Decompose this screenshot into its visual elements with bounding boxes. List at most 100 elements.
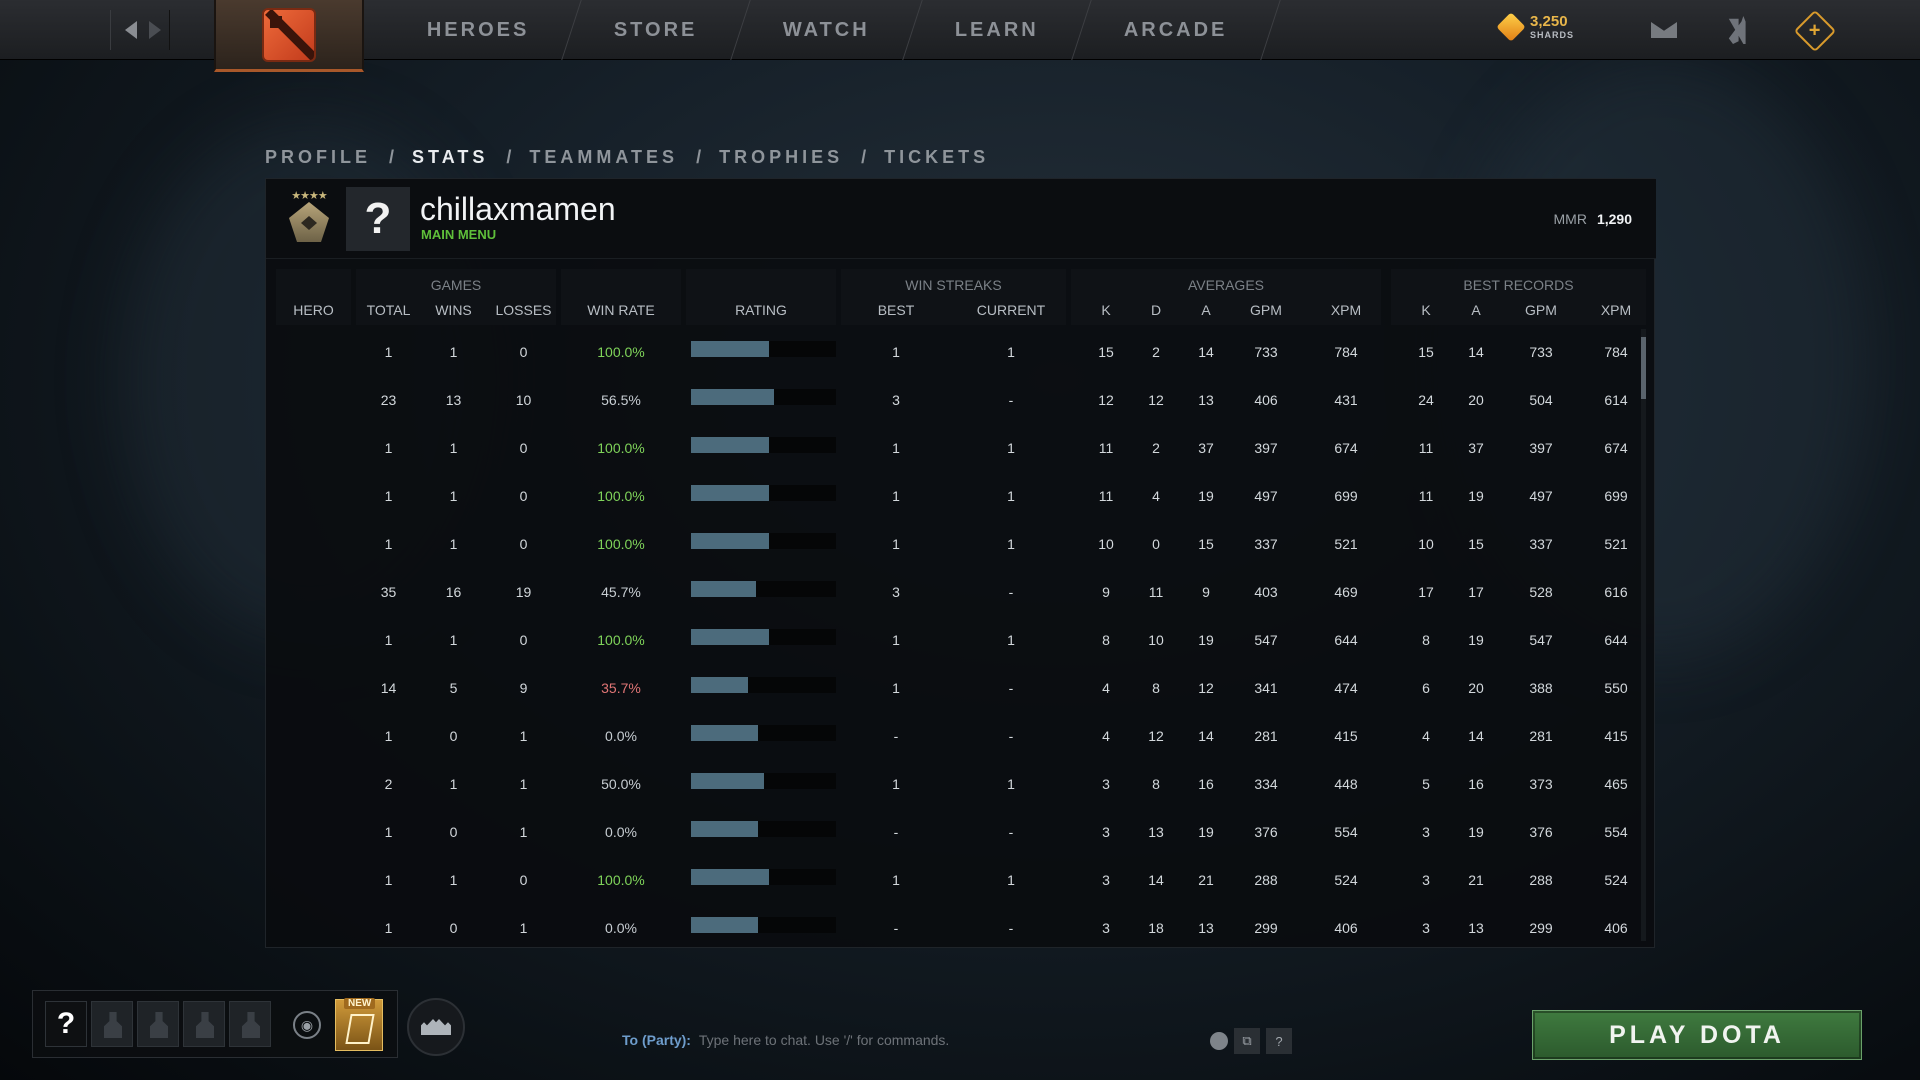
cell-ba: 14 xyxy=(1468,344,1484,360)
hero-portrait[interactable] xyxy=(276,813,351,853)
hero-portrait[interactable] xyxy=(276,477,351,517)
hero-portrait[interactable] xyxy=(276,861,351,901)
hero-portrait[interactable] xyxy=(276,765,351,805)
hero-portrait[interactable] xyxy=(276,381,351,421)
header-wins[interactable]: WINS xyxy=(421,302,486,318)
screenshot-icon[interactable]: ⧉ xyxy=(1234,1028,1260,1054)
armory-icon[interactable] xyxy=(1726,16,1754,44)
hero-portrait[interactable] xyxy=(276,333,351,373)
voice-icon[interactable]: ◉ xyxy=(293,1011,321,1039)
cell-d: 4 xyxy=(1152,488,1160,504)
header-losses[interactable]: LOSSES xyxy=(486,302,561,318)
header-rating[interactable]: RATING xyxy=(686,302,836,318)
table-row[interactable]: 1 1 0 1 1 8 10 19 547 644 8 19 547 644 100.0% xyxy=(266,617,1656,665)
tab-teammates[interactable]: TEAMMATES xyxy=(529,147,678,168)
rank-medal-icon[interactable]: ★★★★ xyxy=(284,189,334,245)
hero-portrait[interactable] xyxy=(276,909,351,949)
forward-arrow-icon[interactable] xyxy=(149,21,161,39)
header-best-kills[interactable]: K xyxy=(1406,302,1446,318)
shards-balance[interactable]: 3,250 SHARDS xyxy=(1496,12,1574,42)
back-arrow-icon[interactable] xyxy=(125,21,137,39)
header-best-gpm[interactable]: GPM xyxy=(1511,302,1571,318)
table-row[interactable]: 1 0 1 - - 4 12 14 281 415 4 14 281 415 0.0% xyxy=(266,713,1656,761)
header-avg-kills[interactable]: K xyxy=(1086,302,1126,318)
header-avg-deaths[interactable]: D xyxy=(1136,302,1176,318)
play-dota-button[interactable]: PLAY DOTA xyxy=(1532,1010,1862,1060)
tab-profile[interactable]: PROFILE xyxy=(265,147,371,168)
table-row[interactable]: 2 1 1 1 1 3 8 16 334 448 5 16 373 465 50.0% xyxy=(266,761,1656,809)
table-scrollbar[interactable] xyxy=(1641,329,1646,941)
hero-portrait[interactable] xyxy=(276,573,351,613)
header-best-xpm[interactable]: XPM xyxy=(1586,302,1646,318)
party-slot-empty[interactable] xyxy=(91,1001,133,1047)
cell-losses: 0 xyxy=(519,344,528,360)
nav-store[interactable]: STORE xyxy=(562,0,751,60)
table-row[interactable]: 1 1 0 1 1 11 4 19 497 699 11 19 497 699 100.0% xyxy=(266,473,1656,521)
nav-watch[interactable]: WATCH xyxy=(731,0,923,60)
scrollbar-thumb[interactable] xyxy=(1641,337,1646,399)
header-win-rate[interactable]: WIN RATE xyxy=(561,302,681,318)
cell-wins: 5 xyxy=(449,680,458,696)
table-row[interactable]: 1 1 0 1 1 10 0 15 337 521 10 15 337 521 100.0% xyxy=(266,521,1656,569)
nav-heroes[interactable]: HEROES xyxy=(375,0,583,60)
mail-icon[interactable] xyxy=(1650,16,1678,44)
header-avg-gpm[interactable]: GPM xyxy=(1236,302,1296,318)
tab-stats[interactable]: STATS xyxy=(412,147,488,168)
party-slot-empty[interactable] xyxy=(137,1001,179,1047)
nav-learn[interactable]: LEARN xyxy=(903,0,1092,60)
chat-target[interactable]: To (Party): xyxy=(622,1032,691,1048)
table-header: GAMES WIN STREAKS AVERAGES BEST RECORDS … xyxy=(266,269,1656,329)
party-slot-self[interactable]: ? xyxy=(45,1001,87,1047)
person-icon xyxy=(196,1012,214,1038)
cell-losses: 19 xyxy=(515,584,532,600)
hero-portrait[interactable] xyxy=(276,621,351,661)
party-slot-empty[interactable] xyxy=(183,1001,225,1047)
header-total[interactable]: TOTAL xyxy=(356,302,421,318)
dota-logo-icon xyxy=(262,7,316,62)
chat-input[interactable]: To (Party): Type here to chat. Use '/' f… xyxy=(622,1032,949,1048)
hero-portrait[interactable] xyxy=(276,669,351,709)
dota-plus-icon[interactable]: + xyxy=(1793,9,1837,53)
header-current-streak[interactable]: CURRENT xyxy=(956,302,1066,318)
party-slot-empty[interactable] xyxy=(229,1001,271,1047)
find-group-icon[interactable] xyxy=(407,998,465,1056)
table-row[interactable]: 14 5 9 1 - 4 8 12 341 474 6 20 388 550 35.7% xyxy=(266,665,1656,713)
table-row[interactable]: 1 0 1 - - 3 13 19 376 554 3 19 376 554 0.0% xyxy=(266,809,1656,857)
hero-portrait[interactable] xyxy=(276,717,351,757)
rating-bar-fill xyxy=(691,869,769,885)
cell-win-rate: 0.0% xyxy=(605,728,637,744)
cell-total: 1 xyxy=(384,536,393,552)
tab-trophies[interactable]: TROPHIES xyxy=(719,147,843,168)
cell-d: 18 xyxy=(1148,920,1164,936)
table-row[interactable]: 1 1 0 1 1 15 2 14 733 784 15 14 733 784 100.0% xyxy=(266,329,1656,377)
header-hero[interactable]: HERO xyxy=(276,302,351,318)
cell-a: 12 xyxy=(1198,680,1214,696)
table-row[interactable]: 1 1 0 1 1 3 14 21 288 524 3 21 288 524 100.0% xyxy=(266,857,1656,905)
header-avg-xpm[interactable]: XPM xyxy=(1316,302,1376,318)
rating-bar xyxy=(691,437,836,453)
cell-d: 10 xyxy=(1148,632,1164,648)
cell-bgpm: 547 xyxy=(1529,632,1553,648)
cell-gpm: 397 xyxy=(1254,440,1278,456)
header-best-streak[interactable]: BEST xyxy=(841,302,951,318)
cell-k: 8 xyxy=(1102,632,1110,648)
rating-bar-fill xyxy=(691,341,769,357)
header-avg-assists[interactable]: A xyxy=(1186,302,1226,318)
tab-tickets[interactable]: TICKETS xyxy=(884,147,989,168)
table-row[interactable]: 1 0 1 - - 3 18 13 299 406 3 13 299 406 0.0% xyxy=(266,905,1656,953)
nav-arcade[interactable]: ARCADE xyxy=(1072,0,1281,60)
table-row[interactable]: 1 1 0 1 1 11 2 37 397 674 11 37 397 674 100.0% xyxy=(266,425,1656,473)
hero-portrait[interactable] xyxy=(276,429,351,469)
table-row[interactable]: 35 16 19 3 - 9 11 9 403 469 17 17 528 616 45.7% xyxy=(266,569,1656,617)
table-row[interactable]: 23 13 10 3 - 12 12 13 406 431 24 20 504 614 56.5% xyxy=(266,377,1656,425)
hero-portrait[interactable] xyxy=(276,525,351,565)
header-best-assists[interactable]: A xyxy=(1456,302,1496,318)
avatar[interactable]: ? xyxy=(346,187,410,251)
cell-gpm: 341 xyxy=(1254,680,1278,696)
home-tab[interactable] xyxy=(214,0,364,72)
cell-d: 11 xyxy=(1148,584,1164,600)
battle-pass-icon[interactable]: NEW xyxy=(335,998,383,1051)
help-icon[interactable]: ? xyxy=(1266,1028,1292,1054)
cell-ba: 19 xyxy=(1468,488,1484,504)
emoji-icon[interactable] xyxy=(1210,1032,1228,1050)
